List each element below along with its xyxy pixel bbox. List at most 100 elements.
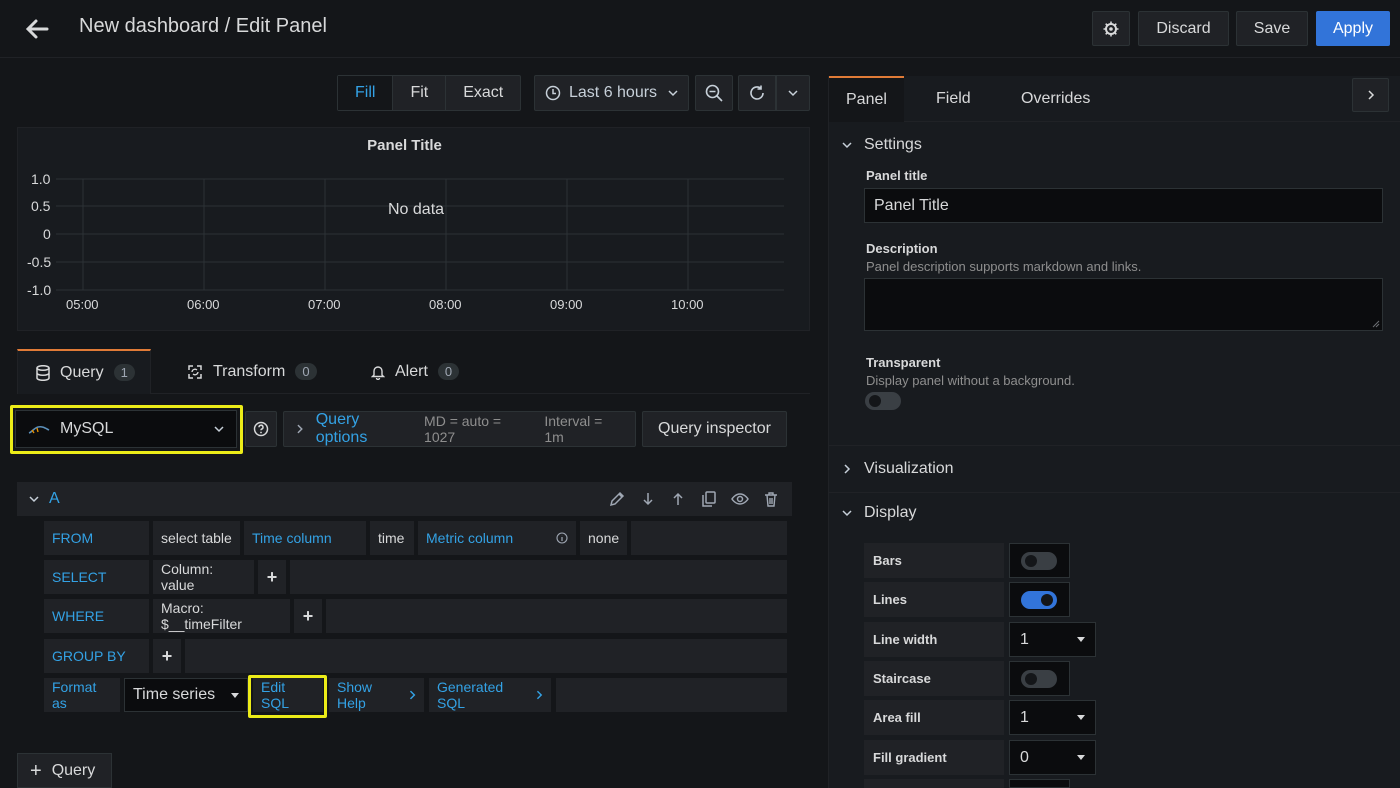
tab-transform[interactable]: Transform 0	[187, 349, 317, 394]
y-tick-label: -0.5	[27, 254, 52, 270]
discard-button[interactable]: Discard	[1138, 11, 1229, 46]
section-divider	[829, 445, 1400, 446]
settings-section-header[interactable]: Settings	[842, 136, 922, 154]
clock-icon	[545, 85, 561, 101]
add-group-by-button[interactable]: +	[153, 639, 181, 673]
view-mode-group: Fill Fit Exact	[337, 75, 522, 111]
select-column-value[interactable]: Column: value	[153, 560, 254, 594]
query-options-button[interactable]: Query options MD = auto = 1027 Interval …	[283, 411, 636, 447]
description-textarea[interactable]	[864, 278, 1383, 331]
tab-overrides[interactable]: Overrides	[1021, 76, 1090, 122]
datasource-picker[interactable]: MySQL	[15, 410, 237, 448]
time-range-picker[interactable]: Last 6 hours	[534, 75, 689, 111]
mysql-logo-icon	[28, 425, 50, 434]
metric-column-select[interactable]: none	[580, 521, 627, 555]
caret-down-icon	[1077, 637, 1085, 642]
from-keyword: FROM	[44, 521, 149, 555]
query-options-label: Query options	[315, 411, 368, 446]
trash-icon[interactable]	[762, 490, 780, 508]
chevron-down-icon	[842, 142, 852, 149]
tab-transform-count: 0	[295, 363, 317, 380]
time-range-label: Last 6 hours	[569, 84, 658, 101]
bars-toggle[interactable]	[1021, 552, 1057, 570]
view-mode-fill[interactable]: Fill	[338, 76, 394, 110]
format-as-value: Time series	[133, 686, 216, 703]
y-tick-label: 0.5	[31, 198, 51, 214]
zoom-out-button[interactable]	[695, 75, 733, 111]
area-fill-select[interactable]: 1	[1009, 700, 1096, 735]
time-column-select[interactable]: time	[370, 521, 414, 555]
tab-alert[interactable]: Alert 0	[371, 349, 460, 394]
save-button[interactable]: Save	[1236, 11, 1308, 46]
copy-icon[interactable]	[700, 490, 718, 508]
group-by-keyword: GROUP BY	[44, 639, 149, 673]
row-filler	[290, 560, 787, 594]
table-select[interactable]: select table	[153, 521, 240, 555]
add-where-button[interactable]: +	[294, 599, 322, 633]
next-option-box	[1009, 779, 1070, 788]
visualization-title: Visualization	[864, 460, 954, 477]
staircase-toggle[interactable]	[1021, 670, 1057, 688]
chevron-down-icon	[668, 90, 678, 97]
chevron-down-icon	[788, 90, 798, 97]
line-width-select[interactable]: 1	[1009, 622, 1096, 657]
lines-label: Lines	[864, 582, 1004, 617]
view-mode-exact[interactable]: Exact	[446, 76, 520, 110]
panel-title-label: Panel title	[866, 168, 928, 183]
arrow-down-icon[interactable]	[639, 490, 657, 508]
panel-title-input[interactable]: Panel Title	[864, 188, 1383, 223]
query-inspector-button[interactable]: Query inspector	[642, 411, 787, 447]
datasource-name: MySQL	[60, 420, 114, 437]
back-arrow-icon[interactable]	[20, 12, 54, 46]
x-tick-label: 10:00	[671, 297, 704, 312]
settings-button[interactable]	[1092, 11, 1130, 46]
view-mode-fit[interactable]: Fit	[393, 76, 447, 110]
tab-panel[interactable]: Panel	[829, 76, 904, 122]
info-circle-icon[interactable]	[556, 532, 568, 544]
tab-field[interactable]: Field	[936, 76, 971, 122]
display-section-header[interactable]: Display	[842, 504, 916, 522]
show-help-button[interactable]: Show Help	[329, 678, 424, 712]
chevron-right-icon	[1367, 90, 1374, 100]
tab-alert-label: Alert	[395, 362, 428, 380]
add-query-button[interactable]: + Query	[17, 753, 112, 788]
area-fill-value: 1	[1020, 708, 1029, 726]
eye-icon[interactable]	[731, 490, 749, 508]
refresh-interval-dropdown[interactable]	[776, 75, 810, 111]
generated-sql-button[interactable]: Generated SQL	[429, 678, 551, 712]
edit-sql-button[interactable]: Edit SQL	[253, 678, 323, 712]
datasource-help-button[interactable]	[245, 411, 277, 447]
caret-down-icon	[231, 692, 239, 698]
zoom-out-icon	[705, 84, 723, 102]
generated-sql-label: Generated SQL	[437, 679, 504, 711]
caret-down-icon	[1077, 755, 1085, 760]
fill-gradient-select[interactable]: 0	[1009, 740, 1096, 775]
next-option-label	[864, 779, 1004, 788]
row-filler	[185, 639, 787, 673]
row-filler	[631, 521, 787, 555]
lines-toggle[interactable]	[1021, 591, 1057, 609]
add-select-button[interactable]: +	[258, 560, 286, 594]
where-macro[interactable]: Macro: $__timeFilter	[153, 599, 290, 633]
chevron-down-icon	[842, 510, 852, 517]
tab-query-label: Query	[60, 363, 104, 381]
apply-button[interactable]: Apply	[1316, 11, 1390, 46]
metric-column-label-text: Metric column	[426, 530, 514, 546]
chevron-down-icon[interactable]	[29, 494, 39, 504]
display-title: Display	[864, 504, 917, 521]
transparent-label: Transparent	[866, 355, 941, 370]
refresh-button[interactable]	[738, 75, 776, 111]
select-keyword: SELECT	[44, 560, 149, 594]
resize-handle-icon[interactable]	[1372, 320, 1380, 328]
area-fill-label: Area fill	[864, 700, 1004, 735]
query-ref-id[interactable]: A	[49, 490, 60, 508]
tab-transform-label: Transform	[213, 362, 286, 380]
visualization-section-header[interactable]: Visualization	[842, 460, 954, 478]
chevron-right-icon	[410, 690, 416, 700]
transparent-toggle[interactable]	[865, 392, 901, 410]
tab-query[interactable]: Query 1	[17, 349, 151, 394]
pencil-icon[interactable]	[608, 490, 626, 508]
format-as-select[interactable]: Time series	[124, 678, 248, 712]
arrow-up-icon[interactable]	[669, 490, 687, 508]
collapse-options-button[interactable]	[1352, 78, 1389, 112]
